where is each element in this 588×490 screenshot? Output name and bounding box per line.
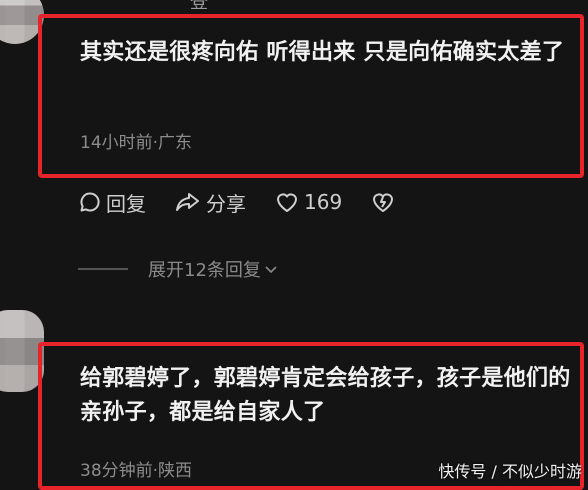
divider-line: [78, 268, 128, 270]
comment-text: 给郭碧婷了，郭碧婷肯定会给孩子，孩子是他们的亲孙子，都是给自家人了: [80, 366, 571, 425]
like-count: 169: [304, 190, 343, 214]
reply-button[interactable]: 回复: [78, 188, 146, 217]
dislike-button[interactable]: [370, 190, 400, 214]
heart-icon: [277, 193, 297, 212]
watermark: 快传号 / 不似少时游: [438, 462, 582, 481]
partial-username: 登: [190, 0, 208, 13]
share-button[interactable]: 分享: [174, 188, 246, 217]
comment-meta: 38分钟前·陕西: [80, 461, 193, 481]
expand-replies-button[interactable]: 展开12条回复: [78, 256, 279, 282]
expand-replies-label: 展开12条回复: [148, 260, 261, 281]
share-label: 分享: [206, 191, 246, 216]
comment-actions: 回复 分享 169: [78, 188, 428, 216]
broken-heart-icon: [373, 193, 394, 212]
chevron-down-icon: [265, 266, 277, 274]
reply-label: 回复: [106, 191, 146, 216]
like-button[interactable]: 169: [274, 190, 342, 214]
comment-text: 其实还是很疼向佑 听得出来 只是向佑确实太差了: [80, 40, 565, 65]
share-icon: [176, 193, 199, 211]
reply-icon: [80, 192, 100, 212]
comment-meta: 14小时前·广东: [80, 133, 193, 153]
